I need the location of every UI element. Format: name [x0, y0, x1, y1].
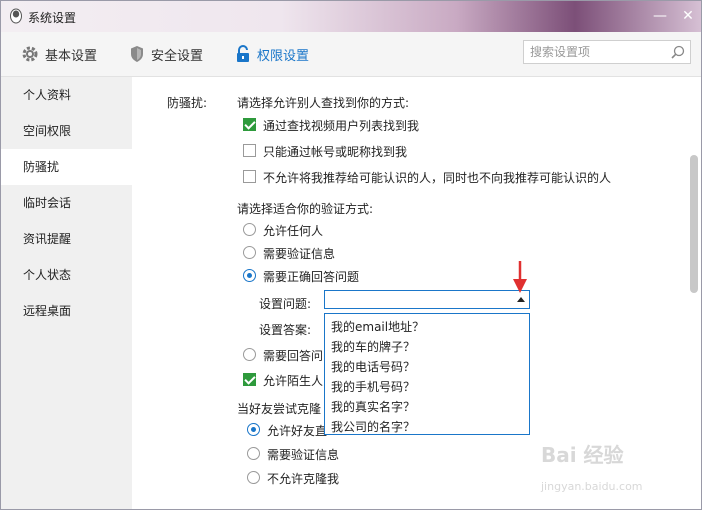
question-label: 设置问题: [259, 297, 312, 311]
answer-option-radio[interactable] [243, 348, 256, 361]
tab-security-settings[interactable]: 安全设置 [129, 32, 203, 76]
find-option-checkbox[interactable] [243, 144, 256, 157]
sidebar-item-profile[interactable]: 个人资料 [1, 77, 132, 113]
answer-label: 设置答案: [259, 323, 312, 337]
dropdown-option[interactable]: 我的真实名字？ [331, 398, 415, 415]
answer-option-label: 需要回答问 [263, 349, 324, 363]
vertical-scrollbar[interactable] [690, 155, 698, 293]
window-title: 系统设置 [28, 11, 77, 25]
dropdown-option[interactable]: 我的手机号码？ [331, 378, 415, 395]
verify-option-radio[interactable] [243, 223, 256, 236]
question-dropdown-list: 我的email地址？ 我的车的牌子？ 我的电话号码？ 我的手机号码？ 我的真实名… [324, 313, 530, 435]
title-bar[interactable]: 系统设置 — ✕ [1, 1, 701, 32]
minimize-button[interactable]: — [649, 6, 671, 26]
sidebar-item-anti-harassment[interactable]: 防骚扰 [1, 149, 132, 185]
verify-option-label: 允许任何人 [263, 224, 324, 238]
sidebar: 个人资料 空间权限 防骚扰 临时会话 资讯提醒 个人状态 远程桌面 [1, 77, 132, 509]
lock-icon [237, 45, 249, 62]
dropdown-option[interactable]: 我的车的牌子？ [331, 338, 415, 355]
clone-option-radio[interactable] [247, 447, 260, 460]
watermark-logo: Bai 经验 [541, 443, 624, 467]
verify-option-label: 需要验证信息 [263, 247, 336, 261]
clone-option-label: 需要验证信息 [267, 448, 340, 462]
sidebar-item-remote-desktop[interactable]: 远程桌面 [1, 293, 132, 329]
settings-window: 系统设置 — ✕ 基本设置 安全设置 权限设置 搜索设置项 个人资料 空间权限 … [0, 0, 702, 510]
dropdown-arrow-icon[interactable] [517, 297, 525, 302]
shield-icon [131, 46, 143, 62]
verify-heading: 请选择适合你的验证方式: [237, 202, 374, 216]
find-option-label: 通过查找视频用户列表找到我 [263, 119, 420, 133]
dropdown-option[interactable]: 我的电话号码？ [331, 358, 415, 375]
sidebar-item-space-permissions[interactable]: 空间权限 [1, 113, 132, 149]
find-option-label: 不允许将我推荐给可能认识的人，同时也不向我推荐可能认识的人 [263, 171, 612, 185]
tab-permission-settings[interactable]: 权限设置 [235, 32, 309, 76]
toolbar: 基本设置 安全设置 权限设置 [1, 32, 701, 77]
dropdown-option[interactable]: 我的email地址？ [331, 318, 424, 335]
find-option-checkbox[interactable] [243, 118, 256, 131]
find-heading: 请选择允许别人查找到你的方式: [237, 96, 410, 110]
close-button[interactable]: ✕ [677, 6, 699, 26]
sidebar-item-news-alerts[interactable]: 资讯提醒 [1, 221, 132, 257]
verify-option-label: 需要正确回答问题 [263, 270, 360, 284]
search-icon[interactable] [671, 45, 685, 59]
search-input[interactable] [530, 44, 666, 60]
clone-option-label: 不允许克隆我 [267, 472, 340, 486]
clone-heading: 当好友尝试克隆 [237, 402, 322, 416]
tab-basic-settings[interactable]: 基本设置 [21, 32, 97, 76]
penguin-icon [10, 8, 22, 24]
section-label: 防骚扰: [167, 96, 208, 110]
tab-label: 权限设置 [257, 48, 310, 64]
stranger-label: 允许陌生人 [263, 374, 324, 388]
tab-label: 基本设置 [45, 48, 98, 64]
clone-option-label: 允许好友直 [267, 424, 328, 438]
dropdown-option[interactable]: 我公司的名字？ [331, 418, 415, 435]
search-box[interactable] [523, 40, 691, 64]
stranger-checkbox[interactable] [243, 373, 256, 386]
clone-option-radio[interactable] [247, 423, 260, 436]
find-option-checkbox[interactable] [243, 170, 256, 183]
question-select[interactable] [324, 290, 530, 309]
find-option-label: 只能通过帐号或昵称找到我 [263, 145, 408, 159]
sidebar-item-temp-session[interactable]: 临时会话 [1, 185, 132, 221]
sidebar-item-personal-status[interactable]: 个人状态 [1, 257, 132, 293]
annotation-arrow-icon [513, 261, 527, 293]
verify-option-radio[interactable] [243, 269, 256, 282]
verify-option-radio[interactable] [243, 246, 256, 259]
watermark-url: jingyan.baidu.com [541, 480, 643, 493]
tab-label: 安全设置 [151, 48, 204, 64]
clone-option-radio[interactable] [247, 471, 260, 484]
gear-icon [22, 46, 38, 62]
